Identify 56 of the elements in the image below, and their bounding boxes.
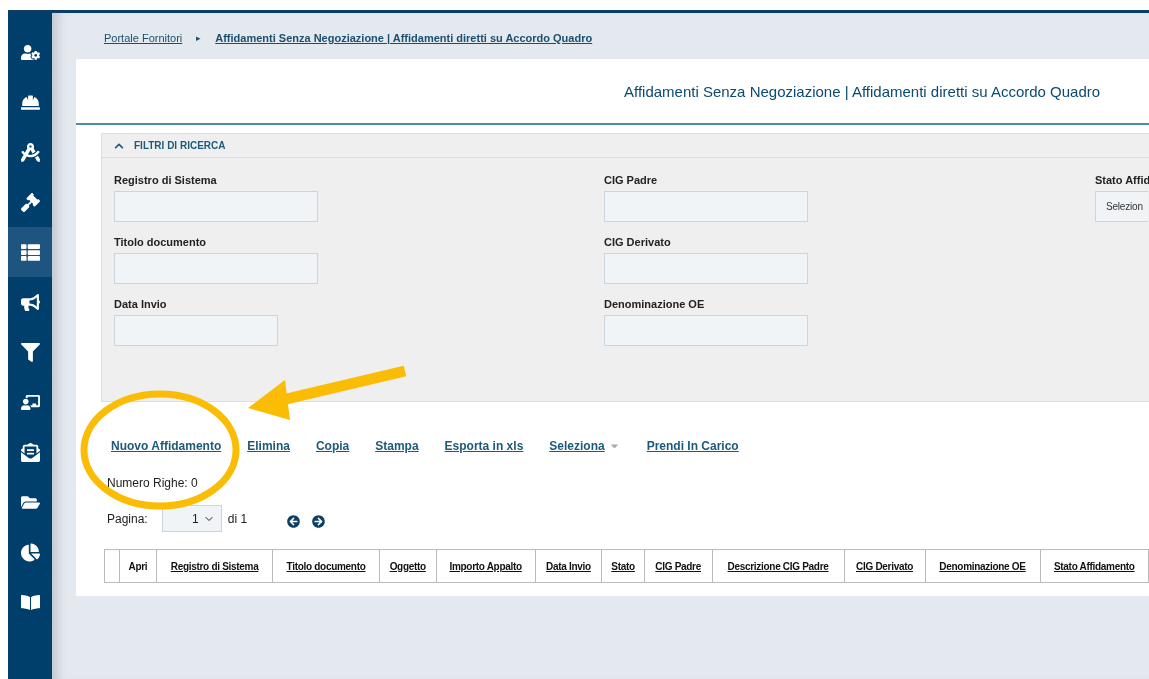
column-header[interactable]: Denominazione OE [925,549,1040,583]
megaphone-icon [20,292,40,312]
column-header[interactable]: Titolo documento [272,549,380,583]
column-header[interactable]: Data Invio [535,549,602,583]
column-header[interactable]: Oggetto [379,549,437,583]
presentation-icon [20,392,40,412]
date-field[interactable] [114,315,278,346]
column-header[interactable]: CIG Padre [644,549,713,583]
column-header[interactable]: Stato [601,549,645,583]
dropdown-link[interactable]: Seleziona [549,439,621,453]
compass-icon [20,142,40,162]
book-icon [20,592,40,612]
column-header[interactable]: Importo Appalto [436,549,536,583]
sidebar-item[interactable] [8,227,52,277]
action-link[interactable]: Nuovo Affidamento [111,439,222,453]
previous-page-button[interactable] [287,515,301,528]
helmet-icon [20,92,40,112]
column-header[interactable]: Registro di Sistema [156,549,273,583]
field-label: Denominazione OE [604,298,706,310]
input-field[interactable] [114,191,318,222]
select-column-header [104,549,120,583]
action-link[interactable]: Esporta in xls [444,439,524,453]
field-label: Data Invio [114,298,168,310]
breadcrumb-link[interactable]: Portale Fornitori [104,32,183,44]
user-gear-icon [20,42,40,62]
list-icon [20,242,40,262]
input-field[interactable] [114,253,318,284]
page-label: Pagina: [107,511,148,526]
gavel-icon [20,192,40,212]
column-header: Apri [119,549,157,583]
action-link[interactable]: Stampa [375,439,419,453]
page-title: Affidamenti Senza Negoziazione | Affidamenti diretti su Accordo Quadro [624,82,1101,100]
input-field[interactable] [604,191,808,222]
filter-icon [20,342,40,362]
action-link[interactable]: Elimina [247,439,290,453]
breadcrumb-separator: ▸ [196,33,202,43]
row-count: Numero Righe: 0 [106,475,199,490]
pie-chart-icon [20,542,40,562]
column-header[interactable]: Stato Affidamento [1040,549,1149,583]
column-header[interactable]: Descrizione CIG Padre [712,549,844,583]
envelope-icon [20,442,40,462]
field-label: Registro di Sistema [114,174,218,186]
input-field[interactable] [604,253,808,284]
next-page-button[interactable] [312,515,326,528]
field-label: Titolo documento [114,236,208,248]
field-label: CIG Padre [604,174,659,186]
select-field[interactable]: Selezion [1095,191,1148,222]
page-select[interactable]: 1 [161,505,222,532]
input-field[interactable] [604,315,808,346]
column-header[interactable]: CIG Derivato [844,549,926,583]
action-link[interactable]: Copia [315,439,350,453]
breadcrumb-link[interactable]: Affidamenti Senza Negoziazione | Affidamenti diretti su Accordo Quadro [215,32,593,44]
action-link[interactable]: Prendi In Carico [646,439,739,453]
field-label: CIG Derivato [604,236,672,248]
field-label: Stato Affid [1095,174,1148,186]
page-total: di 1 [227,511,248,526]
